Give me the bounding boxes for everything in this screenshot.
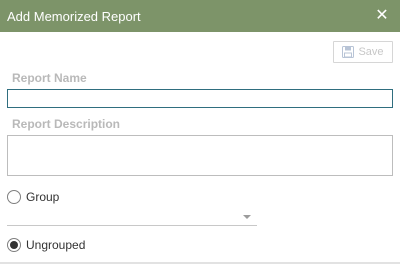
save-button-label: Save bbox=[358, 46, 384, 58]
save-button[interactable]: Save bbox=[333, 41, 393, 63]
report-name-input[interactable] bbox=[7, 89, 393, 108]
chevron-down-icon[interactable] bbox=[243, 215, 251, 219]
report-description-textarea[interactable] bbox=[7, 135, 393, 176]
group-select[interactable] bbox=[7, 210, 257, 226]
radio-selected-dot bbox=[10, 241, 18, 249]
floppy-disk-icon bbox=[342, 46, 355, 58]
dialog-title: Add Memorized Report bbox=[7, 9, 141, 24]
report-name-label: Report Name bbox=[12, 71, 87, 85]
dialog-titlebar: Add Memorized Report ✕ bbox=[0, 0, 400, 32]
ungrouped-radio-label: Ungrouped bbox=[26, 238, 86, 252]
close-icon[interactable]: ✕ bbox=[373, 6, 391, 26]
ungrouped-radio-option[interactable]: Ungrouped bbox=[7, 238, 85, 252]
ungrouped-radio[interactable] bbox=[7, 238, 21, 252]
report-description-label: Report Description bbox=[12, 117, 121, 131]
group-radio-option[interactable]: Group bbox=[7, 190, 59, 204]
group-radio-label: Group bbox=[26, 190, 60, 204]
group-radio[interactable] bbox=[7, 190, 21, 204]
